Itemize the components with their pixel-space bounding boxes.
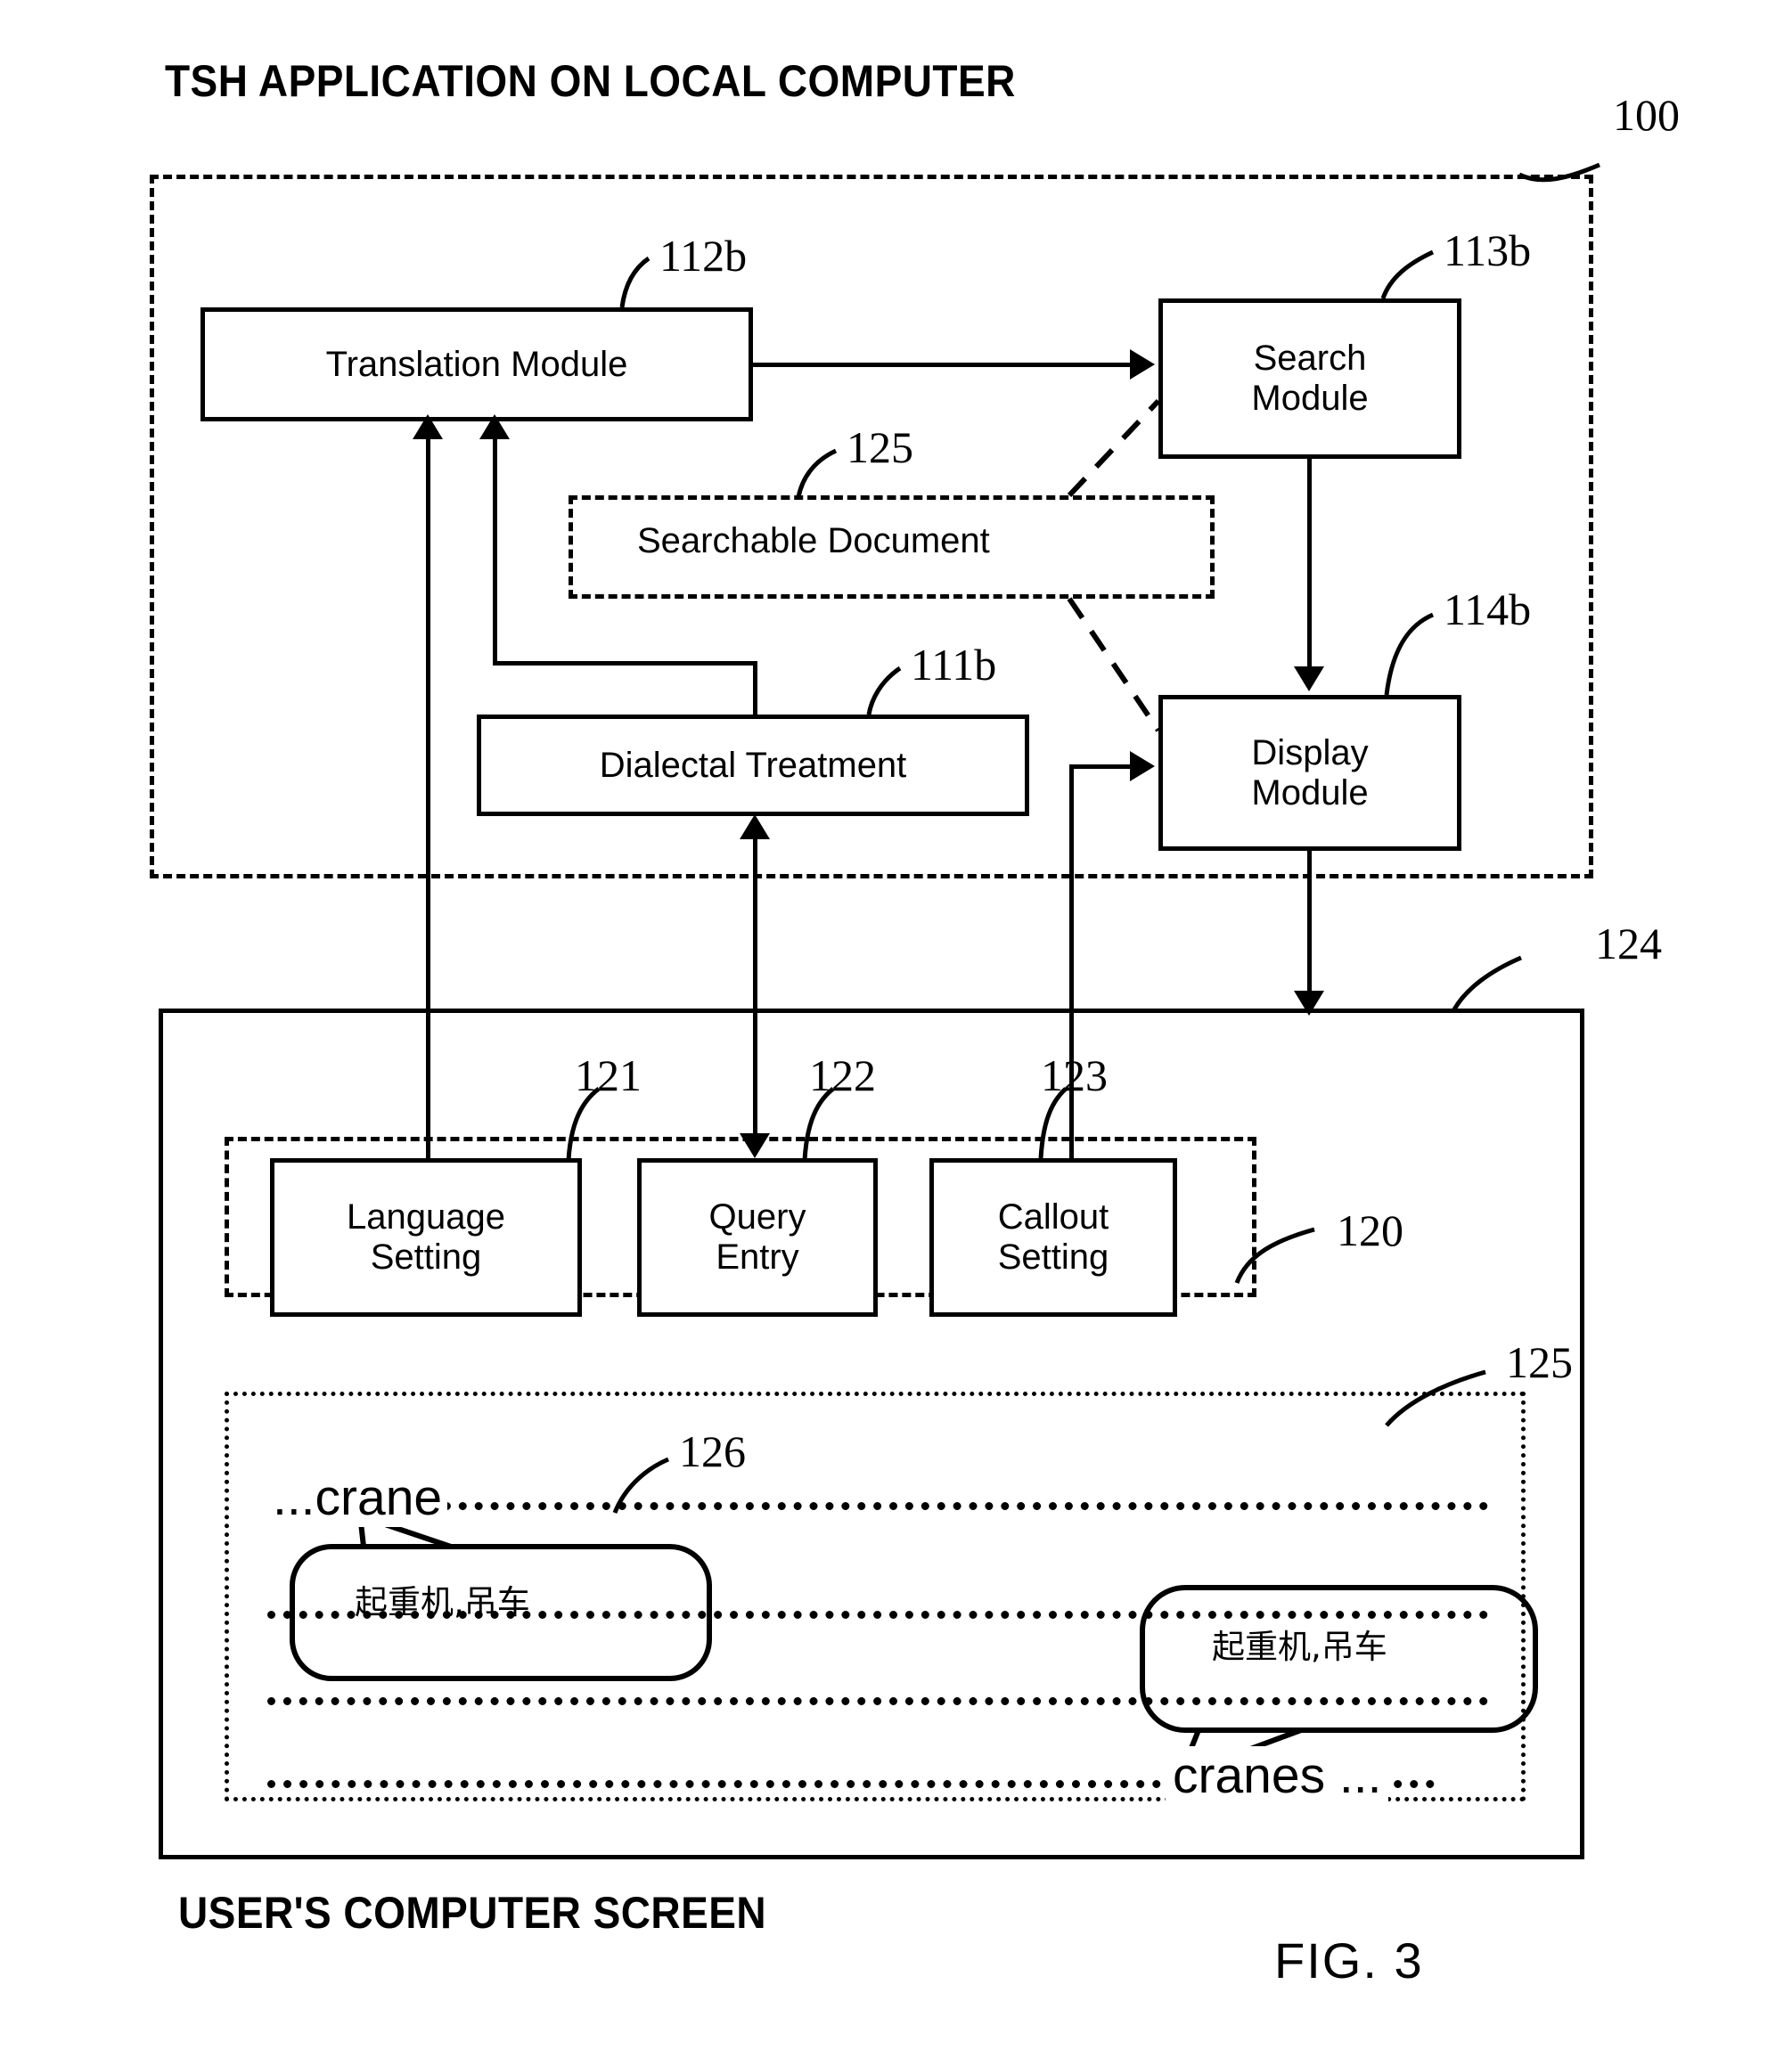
dialectal-treatment-box[interactable]: Dialectal Treatment bbox=[477, 715, 1029, 816]
callout-setting-label-line2: Setting bbox=[997, 1237, 1109, 1277]
search-module-box[interactable]: Search Module bbox=[1158, 298, 1461, 459]
ref-121: 121 bbox=[575, 1050, 642, 1100]
searchable-document-label: Searchable Document bbox=[637, 521, 990, 560]
translation-module-box[interactable]: Translation Module bbox=[200, 307, 753, 421]
language-setting-box[interactable]: Language Setting bbox=[270, 1158, 582, 1317]
ref-113b: 113b bbox=[1444, 225, 1532, 275]
ref-112b: 112b bbox=[659, 231, 748, 281]
ref-125-screen: 125 bbox=[1506, 1337, 1573, 1387]
query-entry-label-line2: Entry bbox=[716, 1237, 799, 1277]
screen-caption: USER'S COMPUTER SCREEN bbox=[178, 1888, 767, 1938]
ref-124: 124 bbox=[1595, 919, 1662, 968]
figure-number: FIG. 3 bbox=[1274, 1932, 1424, 1989]
ref-126: 126 bbox=[679, 1426, 746, 1476]
search-module-label-line2: Module bbox=[1251, 379, 1369, 418]
arrowhead-query-to-dialectal bbox=[740, 814, 770, 839]
connector-display-to-screen bbox=[1307, 851, 1312, 998]
query-entry-box[interactable]: Query Entry bbox=[637, 1158, 878, 1317]
arrowhead-translation-to-search bbox=[1130, 349, 1155, 380]
document-word-cranes: cranes ... bbox=[1166, 1746, 1389, 1805]
language-setting-label-line1: Language bbox=[347, 1197, 505, 1237]
ref-123: 123 bbox=[1041, 1050, 1108, 1100]
display-module-label-line1: Display bbox=[1251, 732, 1369, 772]
arrowhead-dialectal-to-translation bbox=[479, 414, 510, 439]
callout-translation-2: 起重机,吊车 bbox=[1212, 1628, 1387, 1666]
arrowhead-search-to-display bbox=[1294, 666, 1324, 691]
translation-module-label: Translation Module bbox=[325, 344, 628, 384]
ref-100: 100 bbox=[1613, 90, 1680, 140]
document-text-line-3 bbox=[267, 1697, 1488, 1705]
query-entry-label-line1: Query bbox=[708, 1197, 806, 1237]
display-module-box[interactable]: Display Module bbox=[1158, 695, 1461, 851]
connector-dialectal-to-translation bbox=[493, 437, 497, 665]
callout-setting-label-line1: Callout bbox=[997, 1197, 1109, 1237]
display-module-label-line2: Module bbox=[1251, 772, 1369, 813]
ref-114b: 114b bbox=[1444, 584, 1532, 634]
ref-125-doc: 125 bbox=[847, 422, 913, 472]
connector-dialectal-riser bbox=[753, 661, 757, 716]
callout-setting-box[interactable]: Callout Setting bbox=[929, 1158, 1177, 1317]
connector-dialectal-elbow bbox=[493, 661, 757, 666]
page-title: TSH APPLICATION ON LOCAL COMPUTER bbox=[165, 56, 1016, 106]
connector-translation-to-search bbox=[753, 363, 1132, 367]
ref-122: 122 bbox=[809, 1050, 876, 1100]
connector-callout-elbow bbox=[1069, 764, 1133, 769]
ref-120: 120 bbox=[1337, 1205, 1403, 1255]
language-setting-label-line2: Setting bbox=[370, 1237, 482, 1277]
document-word-crane: ...crane bbox=[267, 1468, 448, 1527]
callout-translation-1: 起重机,吊车 bbox=[355, 1583, 530, 1621]
connector-search-to-display bbox=[1307, 459, 1312, 668]
search-module-label-line1: Search bbox=[1253, 339, 1367, 379]
dialectal-treatment-label: Dialectal Treatment bbox=[599, 745, 907, 785]
arrowhead-callout-to-display bbox=[1130, 751, 1155, 781]
document-text-line-1 bbox=[267, 1502, 1488, 1510]
arrowhead-language-to-translation bbox=[413, 414, 443, 439]
ref-111b: 111b bbox=[911, 640, 997, 690]
